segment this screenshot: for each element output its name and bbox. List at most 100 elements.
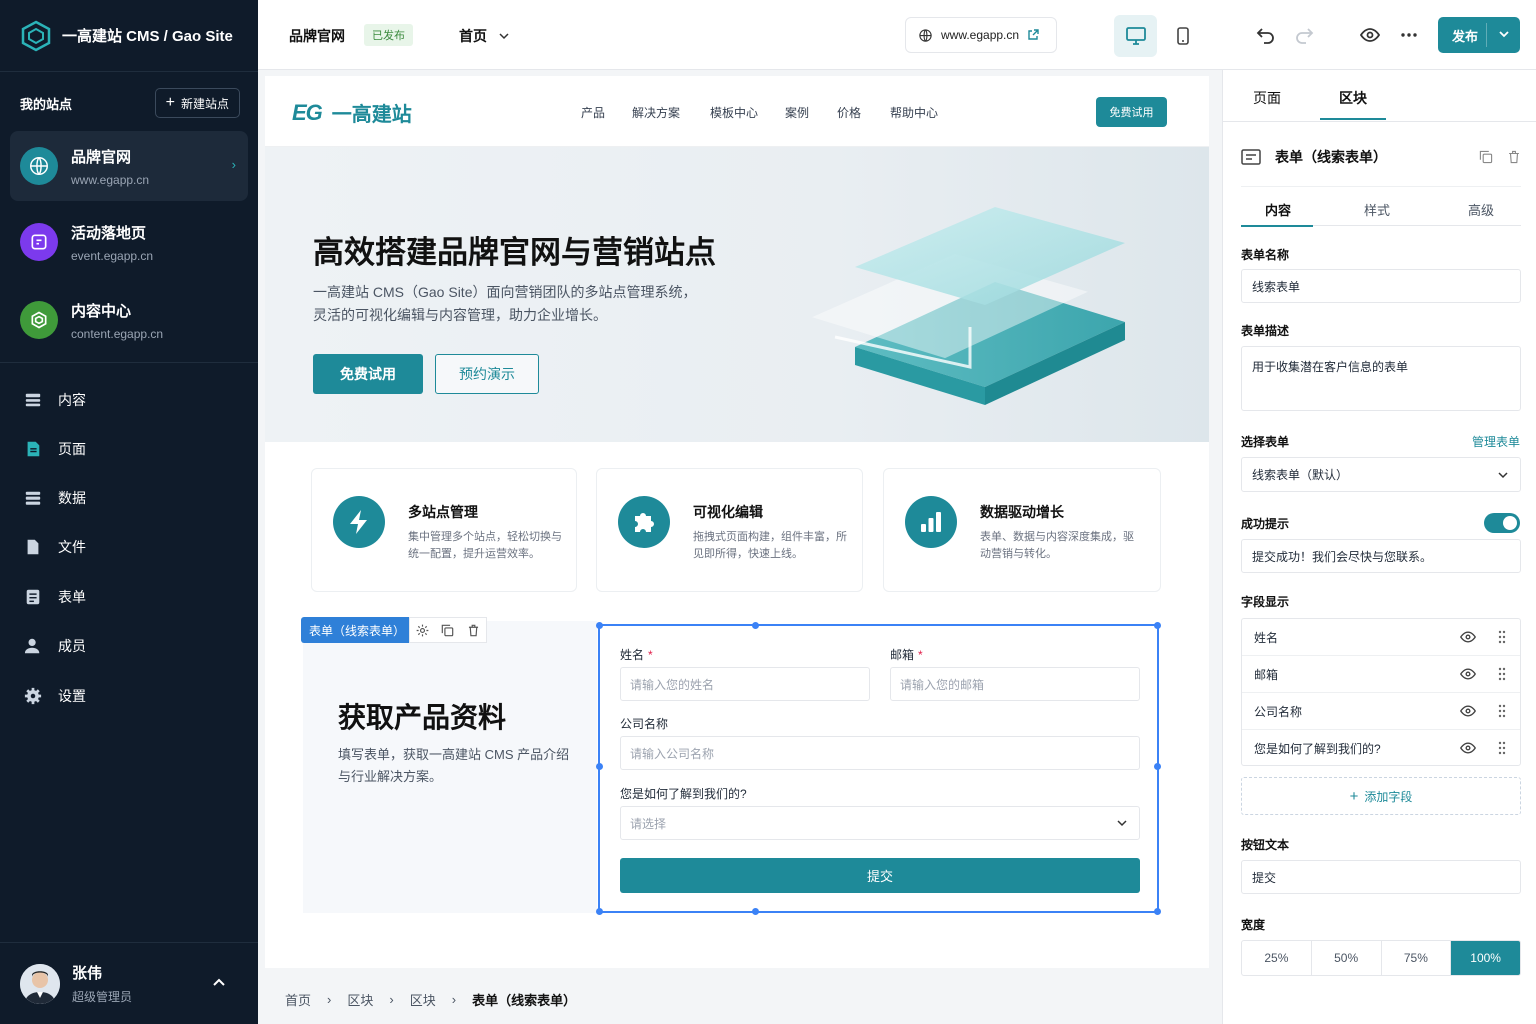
site-item-brand[interactable]: 品牌官网 www.egapp.cn › (10, 131, 248, 201)
copy-icon[interactable] (1479, 150, 1493, 164)
status-badge: 已发布 (364, 24, 413, 46)
selected-block-label[interactable]: 表单（线索表单） (301, 617, 414, 643)
lead-form-block[interactable]: 姓名 * 请输入您的姓名 邮箱 * 请输入您的邮箱 公司名称 请输入公司名称 您是如… (596, 622, 1161, 915)
drag-handle-icon[interactable] (1498, 704, 1506, 718)
eye-icon[interactable] (1460, 631, 1476, 643)
avatar (20, 963, 60, 1004)
required-mark: * (648, 648, 653, 662)
mobile-view-button[interactable] (1161, 15, 1204, 57)
site-cta-button[interactable]: 免费试用 (1096, 97, 1167, 127)
page-select[interactable]: 首页 (459, 26, 509, 46)
redo-icon[interactable] (1294, 25, 1314, 45)
success-message-input[interactable]: 提交成功！我们会尽快与您联系。 (1241, 539, 1521, 573)
site-header[interactable]: EG 一高建站 产品 解决方案 模板中心 案例 价格 帮助中心 免费试用 (265, 76, 1209, 147)
drag-handle-icon[interactable] (1498, 667, 1506, 681)
app-brand[interactable]: 一高建站 CMS / Gao Site (0, 0, 258, 72)
nav-item-data[interactable]: 数据 (24, 480, 234, 516)
resize-handle[interactable] (596, 908, 603, 915)
site-item-event[interactable]: 活动落地页 event.egapp.cn (10, 207, 248, 277)
site-url-link[interactable]: www.egapp.cn (905, 17, 1057, 53)
nav-item-pages[interactable]: 页面 (24, 431, 234, 467)
width-option-75[interactable]: 75% (1382, 941, 1452, 975)
site-nav-item[interactable]: 案例 (785, 104, 809, 121)
eye-icon[interactable] (1460, 705, 1476, 717)
drag-handle-icon[interactable] (1498, 630, 1506, 644)
site-nav-item[interactable]: 模板中心 (710, 104, 758, 121)
nav-item-files[interactable]: 文件 (24, 529, 234, 565)
button-text-input[interactable]: 提交 (1241, 860, 1521, 894)
list-item[interactable]: 公司名称 (1242, 693, 1520, 730)
settings-icon[interactable] (416, 624, 429, 637)
site-nav-item[interactable]: 价格 (837, 104, 861, 121)
subtab-advanced[interactable]: 高级 (1468, 200, 1494, 219)
resize-handle[interactable] (752, 908, 759, 915)
feature-card[interactable]: 多站点管理 集中管理多个站点，轻松切换与统一配置，提升运营效率。 (311, 468, 577, 592)
resize-handle[interactable] (1154, 763, 1161, 770)
form-submit-button[interactable]: 提交 (620, 858, 1140, 893)
width-option-50[interactable]: 50% (1312, 941, 1382, 975)
select-form-dropdown[interactable]: 线索表单（默认） (1241, 457, 1521, 492)
eye-icon[interactable] (1460, 668, 1476, 680)
user-profile[interactable]: 张伟 超级管理员 (0, 942, 258, 1024)
tab-page[interactable]: 页面 (1253, 88, 1281, 108)
breadcrumb-item[interactable]: 首页 (285, 990, 311, 1009)
resize-handle[interactable] (1154, 622, 1161, 629)
add-field-button[interactable]: + 添加字段 (1241, 777, 1521, 815)
nav-item-members[interactable]: 成员 (24, 628, 234, 664)
site-name: 活动落地页 (71, 224, 147, 242)
site-nav-item[interactable]: 帮助中心 (890, 104, 938, 121)
site-nav-item[interactable]: 解决方案 (632, 104, 680, 121)
width-option-25[interactable]: 25% (1242, 941, 1312, 975)
feature-card[interactable]: 数据驱动增长 表单、数据与内容深度集成，驱动营销与转化。 (883, 468, 1161, 592)
preview-eye-icon[interactable] (1360, 25, 1380, 45)
publish-button[interactable]: 发布 (1438, 17, 1520, 53)
list-item[interactable]: 姓名 (1242, 619, 1520, 656)
eye-icon[interactable] (1460, 742, 1476, 754)
nav-item-forms[interactable]: 表单 (24, 579, 234, 615)
chevron-down-icon[interactable] (1498, 28, 1510, 40)
sidebar: 一高建站 CMS / Gao Site 我的站点 + 新建站点 品牌官网 www.e… (0, 0, 258, 1024)
landing-page-icon (20, 223, 58, 261)
site-item-content[interactable]: 内容中心 content.egapp.cn (10, 285, 248, 355)
more-icon[interactable] (1399, 25, 1419, 45)
site-nav-item[interactable]: 产品 (581, 104, 605, 121)
bar-chart-icon (905, 496, 957, 548)
delete-icon[interactable] (467, 624, 480, 637)
hero-demo-button[interactable]: 预约演示 (435, 354, 539, 394)
hero-section[interactable]: 高效搭建品牌官网与营销站点 一高建站 CMS（Gao Site）面向营销团队的多… (265, 147, 1209, 442)
breadcrumb-item[interactable]: 区块 (410, 990, 436, 1009)
form-desc-textarea[interactable]: 用于收集潜在客户信息的表单 (1241, 346, 1521, 411)
drag-handle-icon[interactable] (1498, 741, 1506, 755)
resize-handle[interactable] (596, 763, 603, 770)
list-item[interactable]: 您是如何了解到我们的? (1242, 730, 1520, 767)
list-item[interactable]: 邮箱 (1242, 656, 1520, 693)
success-message-toggle[interactable] (1484, 513, 1520, 533)
source-select[interactable]: 请选择 (620, 806, 1140, 840)
delete-icon[interactable] (1507, 150, 1521, 164)
resize-handle[interactable] (752, 622, 759, 629)
undo-icon[interactable] (1256, 25, 1276, 45)
name-input[interactable]: 请输入您的姓名 (620, 667, 870, 701)
subtab-content[interactable]: 内容 (1265, 200, 1291, 219)
site-logo[interactable]: EG 一高建站 (292, 98, 412, 127)
form-name-input[interactable]: 线索表单 (1241, 269, 1521, 303)
resize-handle[interactable] (596, 622, 603, 629)
manage-forms-link[interactable]: 管理表单 (1472, 433, 1520, 450)
block-toolbar (409, 617, 487, 643)
nav-item-content[interactable]: 内容 (24, 382, 234, 418)
hero-free-trial-button[interactable]: 免费试用 (313, 354, 423, 394)
company-input[interactable]: 请输入公司名称 (620, 736, 1140, 770)
subtab-style[interactable]: 样式 (1364, 200, 1390, 219)
company-field-label: 公司名称 (620, 717, 669, 731)
tab-block[interactable]: 区块 (1339, 88, 1367, 108)
copy-icon[interactable] (441, 624, 454, 637)
desktop-view-button[interactable] (1114, 15, 1157, 57)
resize-handle[interactable] (1154, 908, 1161, 915)
email-input[interactable]: 请输入您的邮箱 (890, 667, 1140, 701)
new-site-button[interactable]: + 新建站点 (154, 88, 240, 118)
puzzle-icon (618, 496, 670, 548)
feature-card[interactable]: 可视化编辑 拖拽式页面构建，组件丰富，所见即所得，快速上线。 (596, 468, 863, 592)
nav-item-settings[interactable]: 设置 (24, 678, 234, 714)
width-option-100[interactable]: 100% (1451, 941, 1520, 975)
breadcrumb-item[interactable]: 区块 (347, 990, 373, 1009)
